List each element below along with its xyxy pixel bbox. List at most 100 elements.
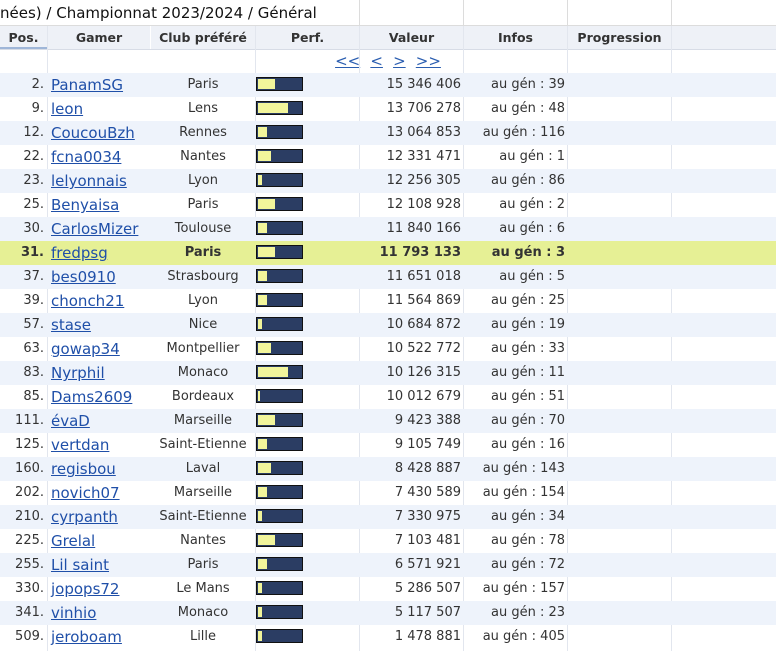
gamer-link[interactable]: Grelal [51, 532, 95, 550]
rank-cell: 37. [23, 269, 44, 284]
last-page-link[interactable]: >> [416, 52, 441, 70]
info-cell: au gén : 23 [490, 605, 565, 620]
header-club[interactable]: Club préféré [151, 26, 256, 49]
rank-cell: 341. [15, 605, 44, 620]
club-cell: Saint-Etienne [159, 509, 247, 524]
table-row: 37. bes0910 Strasbourg 11 651 018 au gén : 5 [0, 265, 776, 289]
perf-bar-fill [258, 559, 267, 569]
perf-bar-fill [258, 439, 267, 449]
table-row: 210. cyrpanth Saint-Etienne 7 330 975 au gén… [0, 505, 776, 529]
value-cell: 13 064 853 [386, 125, 461, 140]
perf-cell [256, 409, 306, 433]
rank-cell: 23. [23, 173, 44, 188]
perf-bar [256, 221, 303, 235]
club-cell: Nice [188, 317, 218, 332]
perf-cell [256, 505, 306, 529]
gamer-cell: chonch21 [51, 289, 151, 313]
gamer-cell: CoucouBzh [51, 121, 151, 145]
gamer-cell: Dams2609 [51, 385, 151, 409]
gamer-link[interactable]: CoucouBzh [51, 124, 135, 142]
gamer-link[interactable]: leon [51, 100, 83, 118]
rank-cell: 57. [23, 317, 44, 332]
perf-bar [256, 533, 303, 547]
perf-cell [256, 73, 306, 97]
rank-cell: 83. [23, 365, 44, 380]
gamer-link[interactable]: Lil saint [51, 556, 109, 574]
club-cell: Strasbourg [167, 269, 239, 284]
perf-bar-fill [258, 367, 288, 377]
header-infos[interactable]: Infos [464, 26, 568, 49]
perf-bar-fill [258, 175, 262, 185]
rank-cell: 85. [23, 389, 44, 404]
perf-bar-fill [258, 271, 267, 281]
value-cell: 10 126 315 [386, 365, 461, 380]
gamer-link[interactable]: fcna0034 [51, 148, 121, 166]
gamer-link[interactable]: PanamSG [51, 76, 123, 94]
gamer-link[interactable]: Benyaisa [51, 196, 119, 214]
value-cell: 11 564 869 [386, 293, 461, 308]
info-cell: au gén : 143 [482, 461, 565, 476]
table-row: 85. Dams2609 Bordeaux 10 012 679 au gén : 51 [0, 385, 776, 409]
rank-cell: 9. [31, 101, 44, 116]
perf-cell [256, 337, 306, 361]
gamer-link[interactable]: vertdan [51, 436, 109, 454]
gamer-link[interactable]: novich07 [51, 484, 120, 502]
info-cell: au gén : 2 [499, 197, 565, 212]
gamer-link[interactable]: chonch21 [51, 292, 124, 310]
gamer-cell: gowap34 [51, 337, 151, 361]
gamer-link[interactable]: CarlosMizer [51, 220, 138, 238]
table-row: 22. fcna0034 Nantes 12 331 471 au gén : 1 [0, 145, 776, 169]
perf-bar [256, 509, 303, 523]
gamer-link[interactable]: stase [51, 316, 91, 334]
club-cell: Nantes [180, 149, 226, 164]
gamer-link[interactable]: Dams2609 [51, 388, 132, 406]
table-row: 330. jopops72 Le Mans 5 286 507 au gén : 157 [0, 577, 776, 601]
gamer-link[interactable]: lelyonnais [51, 172, 127, 190]
perf-bar [256, 629, 303, 643]
gamer-link[interactable]: évaD [51, 412, 90, 430]
gamer-link[interactable]: bes0910 [51, 268, 116, 286]
perf-bar [256, 77, 303, 91]
rank-cell: 210. [15, 509, 44, 524]
perf-cell [256, 265, 306, 289]
gamer-link[interactable]: gowap34 [51, 340, 120, 358]
gamer-cell: regisbou [51, 457, 151, 481]
gamer-link[interactable]: vinhio [51, 604, 96, 622]
perf-cell [256, 385, 306, 409]
table-row: 12. CoucouBzh Rennes 13 064 853 au gén : 116 [0, 121, 776, 145]
gamer-link[interactable]: fredpsg [51, 244, 108, 262]
header-perf[interactable]: Perf. [256, 26, 360, 49]
gamer-cell: novich07 [51, 481, 151, 505]
table-row: 202. novich07 Marseille 7 430 589 au gén : 1… [0, 481, 776, 505]
rank-cell: 39. [23, 293, 44, 308]
table-row: 160. regisbou Laval 8 428 887 au gén : 143 [0, 457, 776, 481]
header-valeur[interactable]: Valeur [360, 26, 464, 49]
club-cell: Paris [187, 557, 219, 572]
next-page-link[interactable]: > [393, 52, 406, 70]
info-cell: au gén : 33 [490, 341, 565, 356]
gamer-link[interactable]: Nyrphil [51, 364, 105, 382]
rank-cell: 25. [23, 197, 44, 212]
rank-cell: 2. [31, 77, 44, 92]
gamer-link[interactable]: jeroboam [51, 628, 122, 646]
club-cell: Lens [187, 101, 219, 116]
rank-cell: 63. [23, 341, 44, 356]
value-cell: 10 522 772 [386, 341, 461, 356]
first-page-link[interactable]: << [335, 52, 360, 70]
gamer-cell: vinhio [51, 601, 151, 625]
gamer-link[interactable]: jopops72 [51, 580, 119, 598]
header-gamer[interactable]: Gamer [48, 26, 151, 49]
perf-bar [256, 173, 303, 187]
prev-page-link[interactable]: < [370, 52, 383, 70]
perf-cell [256, 169, 306, 193]
gamer-cell: leon [51, 97, 151, 121]
perf-cell [256, 481, 306, 505]
gamer-link[interactable]: cyrpanth [51, 508, 118, 526]
gamer-link[interactable]: regisbou [51, 460, 116, 478]
perf-cell [256, 289, 306, 313]
value-cell: 10 012 679 [386, 389, 461, 404]
header-progression[interactable]: Progression [568, 26, 672, 49]
value-cell: 6 571 921 [394, 557, 461, 572]
header-pos[interactable]: Pos. [0, 26, 48, 49]
table-row-current-user: 31. fredpsg Paris 11 793 133 au gén : 3 [0, 241, 776, 265]
